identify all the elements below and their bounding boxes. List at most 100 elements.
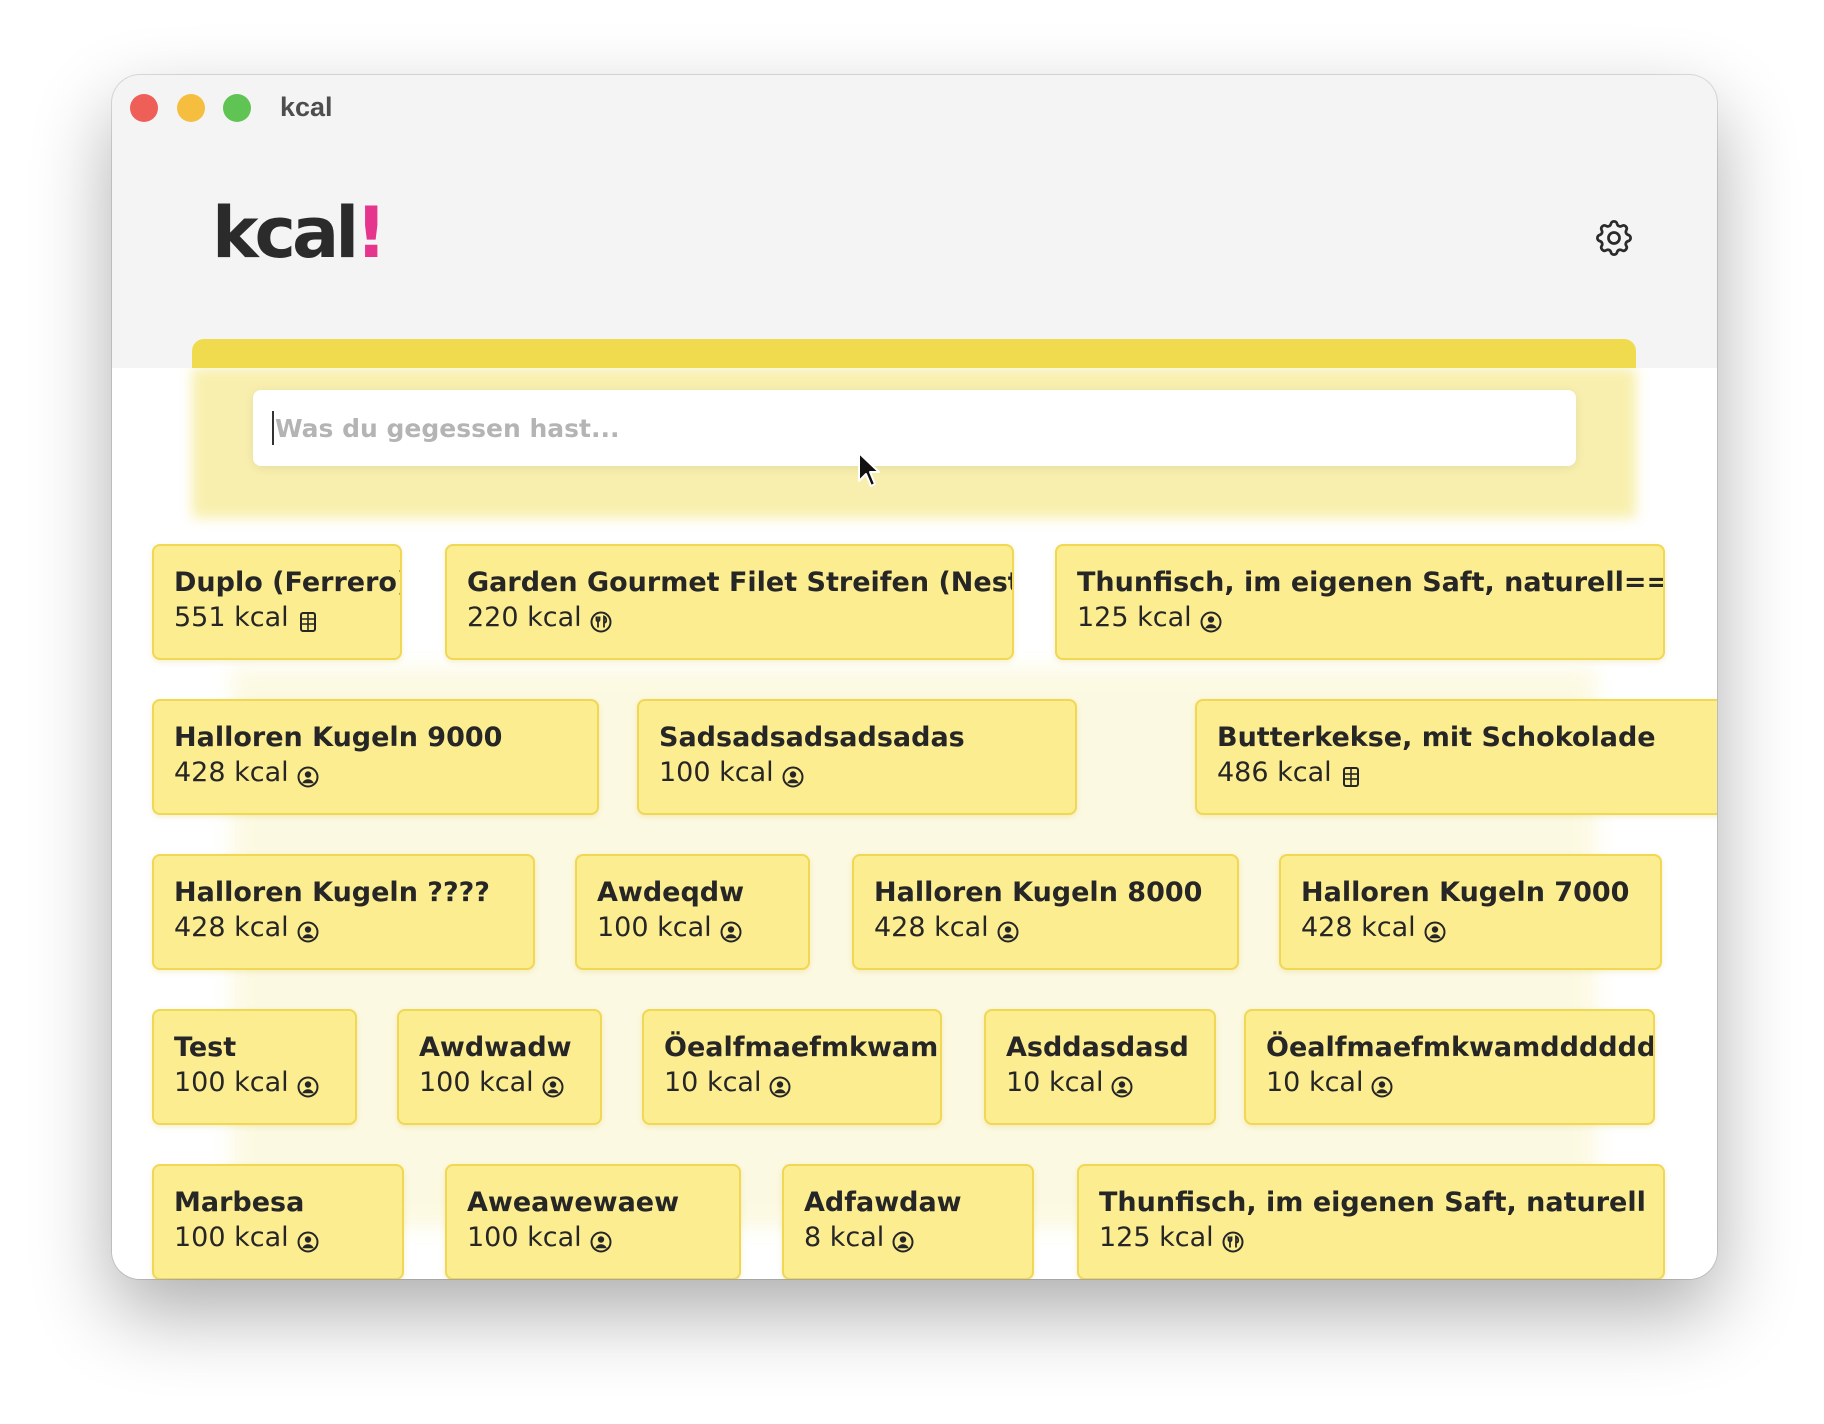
food-kcal-row: 551 kcal — [174, 600, 380, 636]
food-kcal: 428 kcal — [174, 912, 289, 943]
user-icon — [1424, 917, 1446, 943]
food-name: Thunfisch, im eigenen Saft, naturell====… — [1077, 567, 1663, 598]
food-kcal-row: 100 kcal — [597, 910, 788, 946]
food-kcal-row: 8 kcal — [804, 1220, 1012, 1256]
gear-icon — [1596, 220, 1632, 256]
food-kcal: 428 kcal — [1301, 912, 1416, 943]
app-logo: kcal! — [212, 198, 387, 268]
food-kcal-row: 100 kcal — [419, 1065, 580, 1101]
user-icon — [297, 762, 319, 788]
user-icon — [297, 917, 319, 943]
food-kcal: 100 kcal — [597, 912, 712, 943]
food-card[interactable]: Aweawewaew 100 kcal — [445, 1164, 741, 1279]
food-name: Marbesa — [174, 1187, 305, 1218]
food-kcal: 10 kcal — [1266, 1067, 1364, 1098]
food-name: Garden Gourmet Filet Streifen (Nestlé) — [467, 567, 1014, 598]
food-kcal-row: 10 kcal — [664, 1065, 920, 1101]
food-kcal: 10 kcal — [664, 1067, 762, 1098]
food-kcal: 100 kcal — [659, 757, 774, 788]
food-kcal-row: 428 kcal — [174, 755, 577, 791]
food-kcal: 220 kcal — [467, 602, 582, 633]
food-name: Öealfmaefmkwam — [664, 1032, 939, 1063]
food-card[interactable]: Butterkekse, mit Schokolade 486 kcal — [1195, 699, 1717, 815]
food-kcal: 100 kcal — [419, 1067, 534, 1098]
close-window-button[interactable] — [130, 94, 158, 122]
food-name: Aweawewaew — [467, 1187, 680, 1218]
food-kcal-row: 10 kcal — [1006, 1065, 1194, 1101]
food-kcal-row: 125 kcal — [1077, 600, 1643, 636]
user-icon — [1200, 607, 1222, 633]
food-name: Halloren Kugeln ???? — [174, 877, 490, 908]
food-card[interactable]: Sadsadsadsadsadas 100 kcal — [637, 699, 1077, 815]
food-kcal-row: 428 kcal — [874, 910, 1217, 946]
food-name: Adfawdaw — [804, 1187, 962, 1218]
food-name: Butterkekse, mit Schokolade — [1217, 722, 1656, 753]
food-kcal: 125 kcal — [1077, 602, 1192, 633]
app-window: kcal kcal! Duplo (Ferrero) 551 kcal Garden… — [112, 75, 1717, 1279]
barcode-icon — [1340, 762, 1362, 787]
food-card[interactable]: Öealfmaefmkwamdddddd 10 kcal — [1244, 1009, 1655, 1125]
settings-button[interactable] — [1592, 216, 1636, 260]
user-icon — [997, 917, 1019, 943]
food-card[interactable]: Halloren Kugeln 7000 428 kcal — [1279, 854, 1662, 970]
food-kcal: 100 kcal — [174, 1067, 289, 1098]
food-card[interactable]: Marbesa 100 kcal — [152, 1164, 404, 1279]
food-kcal: 551 kcal — [174, 602, 289, 633]
zoom-window-button[interactable] — [223, 94, 251, 122]
food-kcal-row: 100 kcal — [174, 1065, 335, 1101]
text-caret — [272, 411, 274, 445]
food-kcal-row: 428 kcal — [174, 910, 513, 946]
food-kcal: 100 kcal — [467, 1222, 582, 1253]
user-icon — [542, 1072, 564, 1098]
user-icon — [297, 1227, 319, 1253]
food-kcal: 10 kcal — [1006, 1067, 1104, 1098]
food-card[interactable]: Halloren Kugeln 8000 428 kcal — [852, 854, 1239, 970]
logo-exclamation: ! — [355, 192, 387, 274]
utensils-icon — [1222, 1227, 1244, 1253]
food-card[interactable]: Awdwadw 100 kcal — [397, 1009, 602, 1125]
mouse-pointer-icon — [858, 452, 880, 487]
food-kcal-row: 100 kcal — [659, 755, 1055, 791]
food-name: Asddasdasd — [1006, 1032, 1189, 1063]
food-kcal-row: 100 kcal — [174, 1220, 382, 1256]
user-icon — [782, 762, 804, 788]
minimize-window-button[interactable] — [177, 94, 205, 122]
food-card[interactable]: Öealfmaefmkwam 10 kcal — [642, 1009, 942, 1125]
food-name: Sadsadsadsadsadas — [659, 722, 965, 753]
barcode-icon — [297, 607, 319, 632]
food-kcal: 100 kcal — [174, 1222, 289, 1253]
food-kcal-row: 486 kcal — [1217, 755, 1713, 791]
food-card[interactable]: Asddasdasd 10 kcal — [984, 1009, 1216, 1125]
food-card[interactable]: Halloren Kugeln ???? 428 kcal — [152, 854, 535, 970]
user-icon — [1111, 1072, 1133, 1098]
food-name: Thunfisch, im eigenen Saft, naturell — [1099, 1187, 1646, 1218]
user-icon — [769, 1072, 791, 1098]
food-search-input[interactable] — [253, 390, 1576, 466]
food-card[interactable]: Thunfisch, im eigenen Saft, naturell====… — [1055, 544, 1665, 660]
food-card[interactable]: Test 100 kcal — [152, 1009, 357, 1125]
food-name: Halloren Kugeln 9000 — [174, 722, 503, 753]
main-content: Duplo (Ferrero) 551 kcal Garden Gourmet Fi… — [112, 368, 1717, 1279]
window-title: kcal — [280, 92, 333, 122]
logo-text: kcal — [212, 192, 359, 274]
food-card[interactable]: Thunfisch, im eigenen Saft, naturell 125 … — [1077, 1164, 1665, 1279]
food-card[interactable]: Awdeqdw 100 kcal — [575, 854, 810, 970]
food-card[interactable]: Duplo (Ferrero) 551 kcal — [152, 544, 402, 660]
food-name: Halloren Kugeln 8000 — [874, 877, 1203, 908]
food-name: Awdwadw — [419, 1032, 572, 1063]
food-card[interactable]: Adfawdaw 8 kcal — [782, 1164, 1034, 1279]
food-kcal: 486 kcal — [1217, 757, 1332, 788]
food-kcal-row: 428 kcal — [1301, 910, 1640, 946]
utensils-icon — [590, 607, 612, 633]
food-kcal-row: 10 kcal — [1266, 1065, 1633, 1101]
food-kcal: 125 kcal — [1099, 1222, 1214, 1253]
food-card[interactable]: Halloren Kugeln 9000 428 kcal — [152, 699, 599, 815]
user-icon — [297, 1072, 319, 1098]
food-name: Awdeqdw — [597, 877, 745, 908]
food-kcal: 8 kcal — [804, 1222, 885, 1253]
food-name: Test — [174, 1032, 237, 1063]
user-icon — [892, 1227, 914, 1253]
food-card[interactable]: Garden Gourmet Filet Streifen (Nestlé) 22… — [445, 544, 1014, 660]
food-kcal: 428 kcal — [174, 757, 289, 788]
food-name: Öealfmaefmkwamdddddd — [1266, 1032, 1655, 1063]
